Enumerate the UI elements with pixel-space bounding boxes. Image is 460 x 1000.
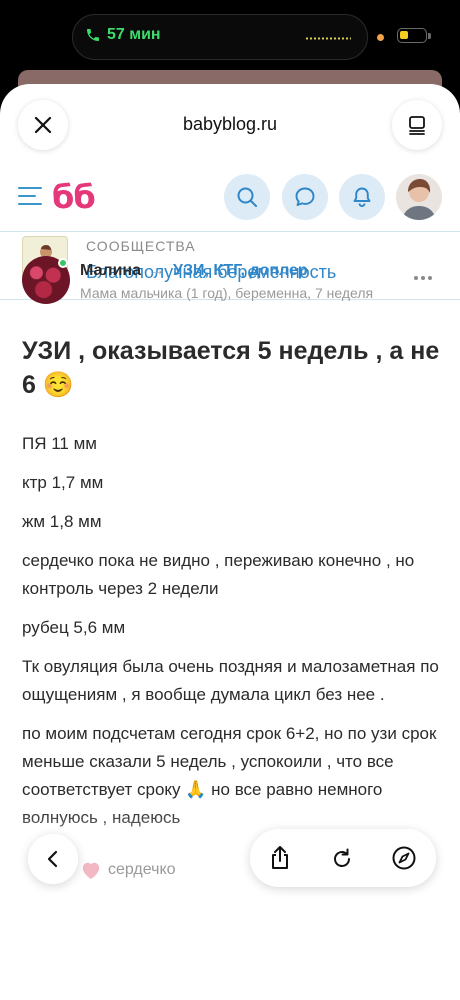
author-status: Мама мальчика (1 год), беременна, 7 неде… bbox=[80, 285, 374, 301]
more-options-icon[interactable] bbox=[414, 276, 432, 280]
privacy-indicator-dot bbox=[377, 34, 384, 41]
audio-waveform bbox=[305, 37, 351, 40]
post-body: ПЯ 11 мм ктр 1,7 мм жм 1,8 мм сердечко пока… bbox=[22, 430, 442, 843]
arrow-right-icon: → bbox=[148, 262, 165, 279]
call-timer: 57 мин bbox=[107, 26, 161, 43]
user-avatar[interactable] bbox=[396, 174, 442, 220]
post-paragraph: рубец 5,6 мм bbox=[22, 618, 126, 637]
search-icon bbox=[237, 187, 257, 207]
heart-icon bbox=[82, 862, 100, 880]
post-paragraph: Тк овуляция была очень поздняя и малозам… bbox=[22, 657, 439, 704]
post-paragraph: ПЯ 11 мм bbox=[22, 434, 97, 453]
url-label[interactable]: babyblog.ru bbox=[0, 114, 460, 135]
chat-icon bbox=[295, 187, 315, 206]
community-label: СООБЩЕСТВА bbox=[86, 238, 196, 254]
search-button[interactable] bbox=[224, 174, 270, 220]
phone-icon bbox=[87, 29, 99, 41]
online-indicator bbox=[58, 258, 68, 268]
tabs-icon bbox=[409, 116, 425, 135]
messages-button[interactable] bbox=[282, 174, 328, 220]
post-paragraph: жм 1,8 мм bbox=[22, 512, 102, 531]
battery-icon bbox=[397, 28, 427, 43]
battery-level bbox=[400, 31, 408, 39]
reload-icon bbox=[334, 848, 350, 867]
compass-icon bbox=[392, 846, 416, 870]
share-icon bbox=[272, 846, 288, 869]
spacer bbox=[0, 301, 460, 315]
chevron-left-icon bbox=[47, 850, 58, 868]
browser-top-bar: babyblog.ru bbox=[0, 84, 460, 166]
post-rubric[interactable]: УЗИ, КТГ, доплер bbox=[173, 262, 308, 280]
bell-icon bbox=[353, 187, 371, 207]
back-button[interactable] bbox=[28, 834, 78, 884]
like-row[interactable]: сердечко bbox=[80, 860, 176, 880]
battery-tip bbox=[428, 33, 431, 39]
notifications-button[interactable] bbox=[339, 174, 385, 220]
browser-actions-toolbar bbox=[250, 829, 436, 887]
call-indicator[interactable]: 57 мин bbox=[85, 26, 161, 44]
reload-button[interactable] bbox=[328, 844, 356, 872]
post-title: УЗИ , оказывается 5 недель , а не 6 ☺️ bbox=[22, 337, 440, 399]
share-button[interactable] bbox=[266, 844, 294, 872]
menu-icon[interactable] bbox=[18, 187, 42, 205]
tabs-button[interactable] bbox=[392, 100, 442, 150]
post-paragraph: ктр 1,7 мм bbox=[22, 473, 104, 492]
author-line: Малина → УЗИ, КТГ, доплер bbox=[80, 262, 308, 280]
like-label: сердечко bbox=[108, 861, 176, 878]
site-header: бб bbox=[0, 166, 460, 232]
post-paragraph: сердечко пока не видно , переживаю конеч… bbox=[22, 551, 415, 598]
author-name[interactable]: Малина bbox=[80, 262, 141, 280]
site-logo[interactable]: бб bbox=[52, 178, 96, 216]
dynamic-island[interactable]: 57 мин bbox=[72, 14, 368, 60]
compass-button[interactable] bbox=[390, 844, 418, 872]
